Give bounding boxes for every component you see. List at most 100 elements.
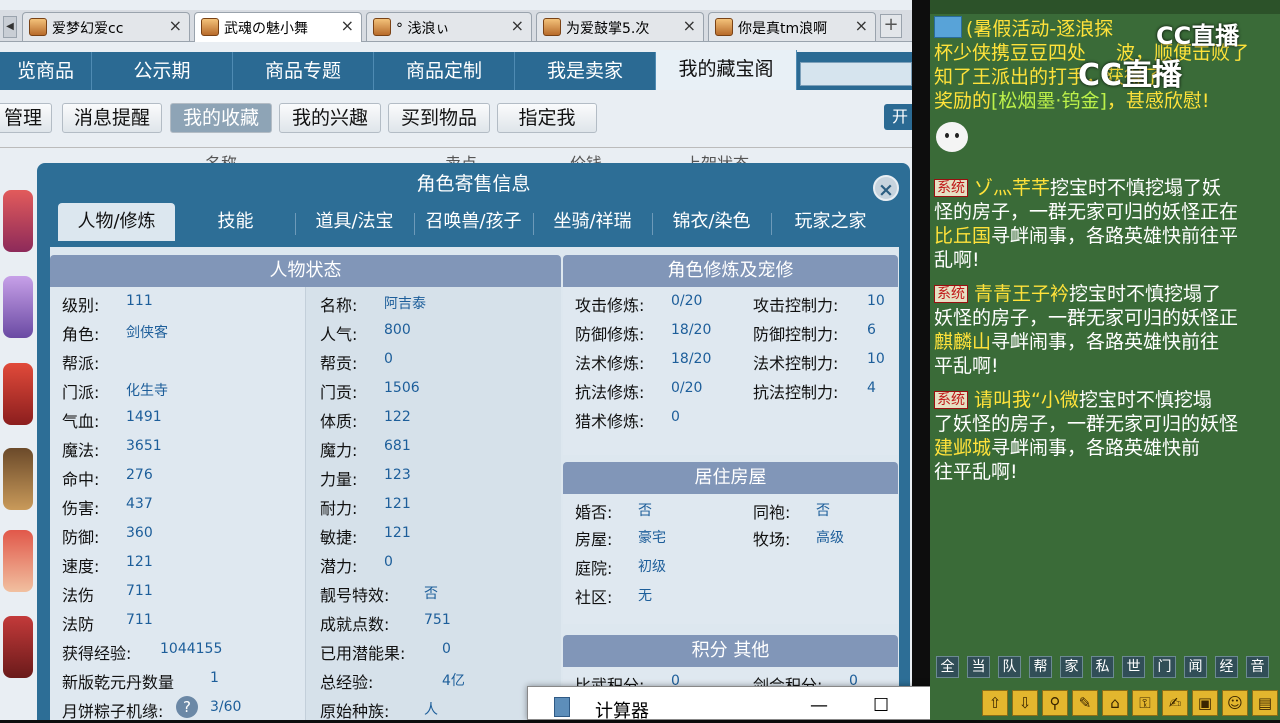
character-avatar[interactable] xyxy=(3,276,33,338)
tab-skills[interactable]: 技能 xyxy=(177,203,294,241)
player-name-link[interactable]: ゾ灬芊芊 xyxy=(974,177,1050,199)
channel-sect-button[interactable]: 门 xyxy=(1153,656,1176,678)
channel-voice-button[interactable]: 音 xyxy=(1246,656,1269,678)
subnav-designated[interactable]: 指定我 xyxy=(497,103,597,133)
calculator-window[interactable]: 计算器 — ☐ ✕ xyxy=(527,686,977,722)
channel-team-button[interactable]: 队 xyxy=(998,656,1021,678)
search-icon[interactable]: ⚲ xyxy=(1042,690,1068,716)
close-icon[interactable]: × xyxy=(169,16,182,35)
close-icon[interactable]: × xyxy=(511,16,524,35)
lock-icon[interactable]: ⚿ xyxy=(1132,690,1158,716)
stat-label: 级别: xyxy=(62,296,100,315)
chat-text: 寻衅闹事，各路英雄快前往平 xyxy=(991,225,1239,247)
channel-current-button[interactable]: 当 xyxy=(967,656,990,678)
scroll-up-icon[interactable]: ⇧ xyxy=(982,690,1008,716)
tab-character-cultivation[interactable]: 人物/修炼 xyxy=(58,203,175,241)
subnav-manage[interactable]: 管理 xyxy=(0,103,52,133)
browser-tab-bar: ◀ 爱梦幻爱cc × 武魂の魅小舞 × ° 浅浪ぃ × 为爱鼓掌5.次 × 你是… xyxy=(0,10,912,42)
player-name-link[interactable]: 请叫我“小微 xyxy=(974,389,1079,411)
place-link[interactable]: 麒麟山 xyxy=(934,331,991,353)
browser-tab[interactable]: 为爱鼓掌5.次 × xyxy=(536,12,704,41)
close-dialog-button[interactable]: × xyxy=(873,175,899,201)
stat-label: 防御修炼: xyxy=(575,325,645,344)
tab-summons-children[interactable]: 召唤兽/孩子 xyxy=(415,203,532,241)
stat-value: 711 xyxy=(126,583,153,599)
chat-text: 怪的房子，一群无家可归的妖怪正在 xyxy=(934,201,1239,223)
browser-tab[interactable]: ° 浅浪ぃ × xyxy=(366,12,532,41)
chat-text: 往平乱啊! xyxy=(934,461,1018,483)
stat-label: 法防 xyxy=(62,615,95,634)
new-tab-button[interactable]: + xyxy=(880,14,902,38)
channel-trade-button[interactable]: 经 xyxy=(1215,656,1238,678)
minimize-button[interactable]: — xyxy=(810,695,828,716)
nav-my-treasure[interactable]: 我的藏宝阁 xyxy=(656,50,797,90)
character-avatar[interactable] xyxy=(3,616,33,678)
channel-private-button[interactable]: 私 xyxy=(1091,656,1114,678)
pen-icon[interactable]: ✍ xyxy=(1162,690,1188,716)
channel-all-button[interactable]: 全 xyxy=(936,656,959,678)
section-points-other: 积分 其他 xyxy=(563,635,898,667)
emoji-icon[interactable]: ☺ xyxy=(1222,690,1248,716)
subnav-purchased[interactable]: 买到物品 xyxy=(388,103,490,133)
tab-items-treasures[interactable]: 道具/法宝 xyxy=(296,203,413,241)
search-input[interactable] xyxy=(800,62,912,86)
maximize-button[interactable]: ☐ xyxy=(873,695,889,716)
stat-value: 1 xyxy=(210,670,219,686)
window-icon[interactable]: ▣ xyxy=(1192,690,1218,716)
stat-value: 4亿 xyxy=(442,673,465,689)
nav-seller[interactable]: 我是卖家 xyxy=(515,52,656,90)
subnav-interests[interactable]: 我的兴趣 xyxy=(279,103,381,133)
stat-label: 庭院: xyxy=(575,559,613,578)
character-avatar[interactable] xyxy=(3,363,33,425)
close-icon[interactable]: × xyxy=(855,16,868,35)
stat-value: 4 xyxy=(867,380,876,396)
character-avatar[interactable] xyxy=(3,448,33,510)
stat-value: 10 xyxy=(867,351,885,367)
menu-icon[interactable]: ▤ xyxy=(1252,690,1278,716)
browser-tab-active[interactable]: 武魂の魅小舞 × xyxy=(194,12,362,42)
subnav-messages[interactable]: 消息提醒 xyxy=(62,103,162,133)
tab-player-home[interactable]: 玩家之家 xyxy=(772,203,889,241)
help-icon[interactable]: ? xyxy=(176,696,198,718)
character-avatar[interactable] xyxy=(3,190,33,252)
stat-label: 魔法: xyxy=(62,441,100,460)
tab-outfits-dyes[interactable]: 锦衣/染色 xyxy=(653,203,770,241)
chat-text: 寻衅闹事，各路英雄快前往 xyxy=(991,331,1220,353)
channel-world-button[interactable]: 世 xyxy=(1122,656,1145,678)
stat-value: 0 xyxy=(671,409,680,425)
place-link[interactable]: 比丘国 xyxy=(934,225,991,247)
stat-value: 18/20 xyxy=(671,351,712,367)
plus-icon: + xyxy=(883,14,899,35)
nav-browse-goods[interactable]: 览商品 xyxy=(0,52,92,90)
tab-scroll-left-button[interactable]: ◀ xyxy=(3,16,17,38)
subnav-right-button[interactable]: 开 xyxy=(884,104,912,130)
browser-tab[interactable]: 你是真tm浪啊 × xyxy=(708,12,876,41)
home-icon[interactable]: ⌂ xyxy=(1102,690,1128,716)
stat-value: 276 xyxy=(126,467,153,483)
stat-label: 原始种族: xyxy=(320,702,390,720)
stat-value: 否 xyxy=(638,503,652,519)
close-icon[interactable]: × xyxy=(341,16,354,35)
tab-title: 你是真tm浪啊 xyxy=(738,21,828,37)
stat-value: 800 xyxy=(384,322,411,338)
stat-value: 751 xyxy=(424,612,451,628)
nav-product-topics[interactable]: 商品专题 xyxy=(233,52,374,90)
browser-tab[interactable]: 爱梦幻爱cc × xyxy=(22,12,190,41)
stat-label: 猎术修炼: xyxy=(575,412,645,431)
player-name-link[interactable]: 青青王子衿 xyxy=(974,283,1069,305)
close-icon[interactable]: × xyxy=(683,16,696,35)
nav-public-period[interactable]: 公示期 xyxy=(92,52,233,90)
edit-icon[interactable]: ✎ xyxy=(1072,690,1098,716)
stat-value: 0/20 xyxy=(671,293,703,309)
scroll-down-icon[interactable]: ⇩ xyxy=(1012,690,1038,716)
subnav-favorites[interactable]: 我的收藏 xyxy=(170,103,272,133)
tab-mounts[interactable]: 坐骑/祥瑞 xyxy=(534,203,651,241)
character-avatar[interactable] xyxy=(3,530,33,592)
nav-custom-goods[interactable]: 商品定制 xyxy=(374,52,515,90)
stat-value: 111 xyxy=(126,293,153,309)
sub-navigation: 管理 消息提醒 我的收藏 我的兴趣 买到物品 指定我 xyxy=(0,100,912,136)
channel-family-button[interactable]: 家 xyxy=(1060,656,1083,678)
channel-guild-button[interactable]: 帮 xyxy=(1029,656,1052,678)
place-link[interactable]: 建邺城 xyxy=(934,437,991,459)
channel-news-button[interactable]: 闻 xyxy=(1184,656,1207,678)
